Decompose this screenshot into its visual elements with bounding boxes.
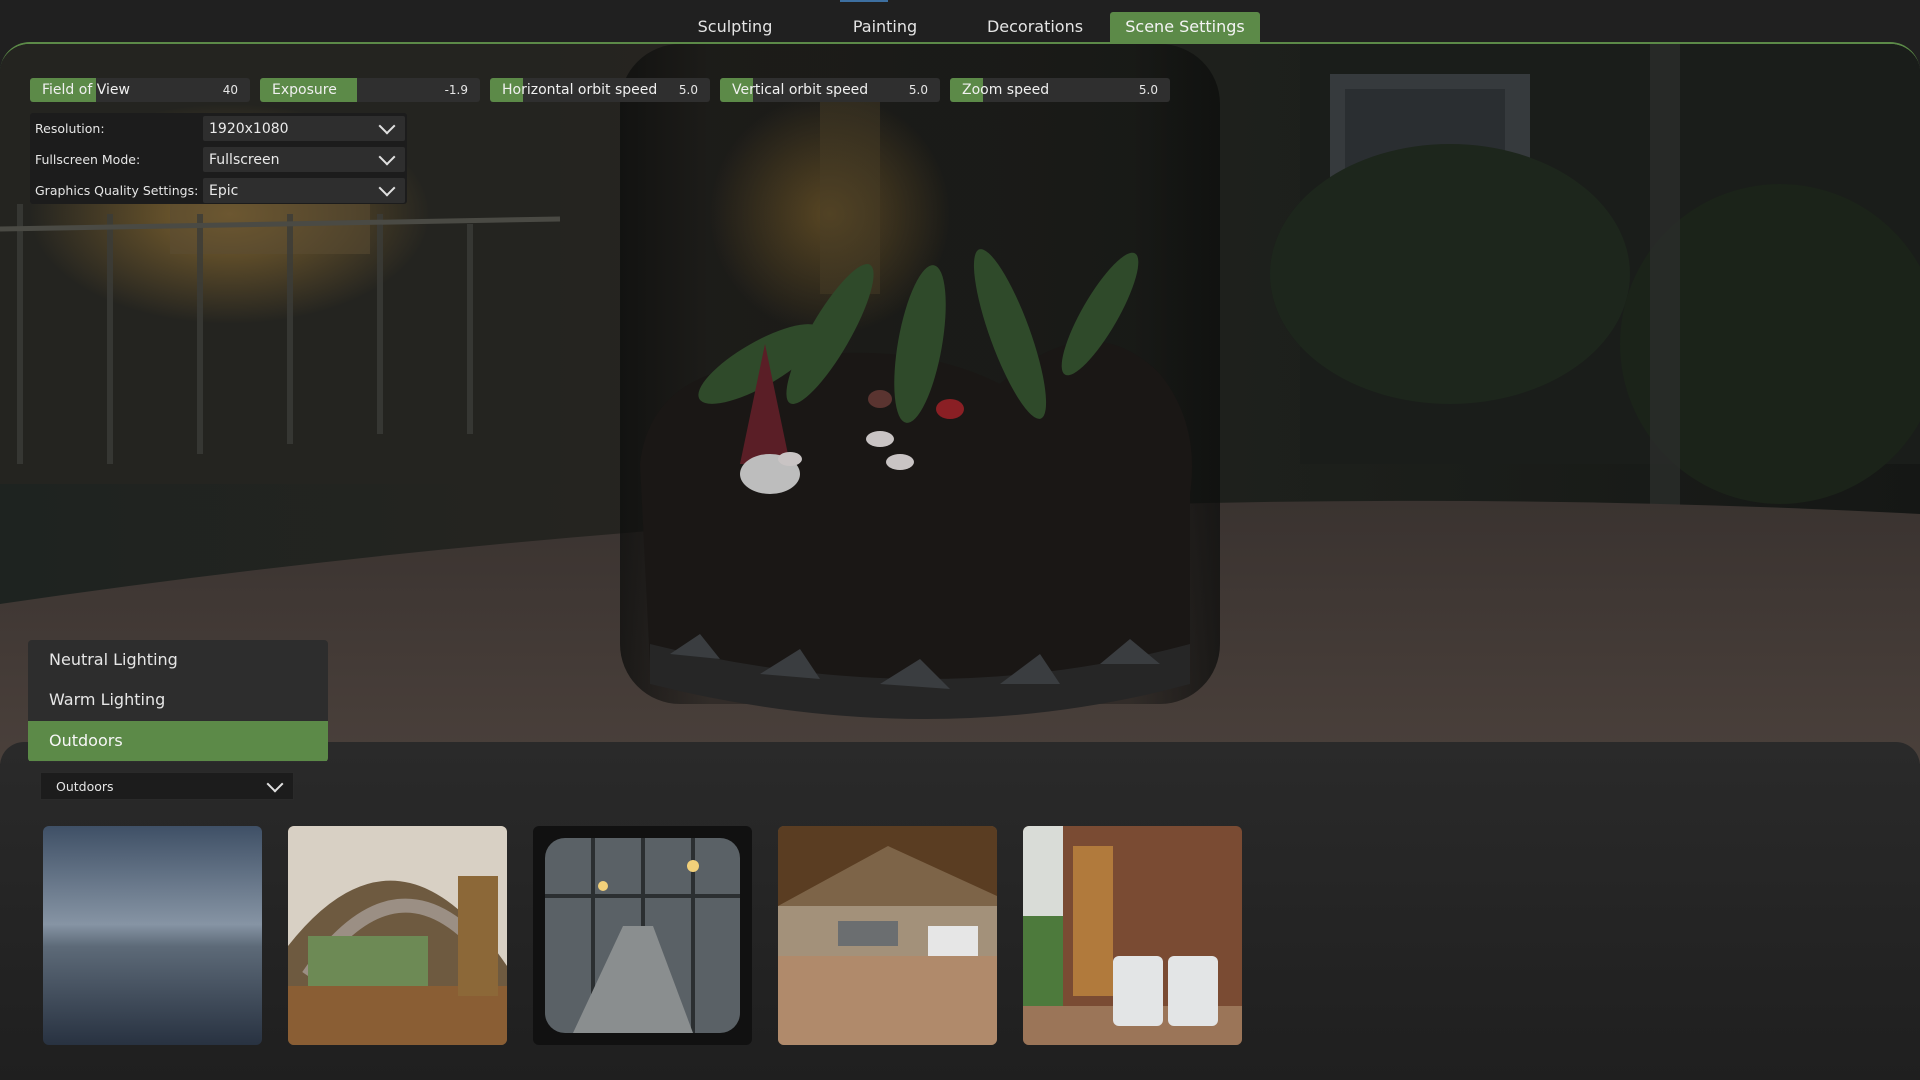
environment-thumbnail-2[interactable] (288, 826, 507, 1045)
tab-painting[interactable]: Painting (830, 12, 940, 42)
environment-thumbnail-4[interactable] (778, 826, 997, 1045)
horizontal-orbit-speed-value: 5.0 (678, 83, 698, 97)
brick-patio-chairs-thumbnail-icon (1023, 826, 1242, 1045)
tab-list: Sculpting Painting Decorations Scene Set… (0, 12, 1920, 42)
preset-warm-lighting[interactable]: Warm Lighting (28, 680, 328, 720)
graphics-quality-value: Epic (209, 183, 239, 199)
field-of-view-slider[interactable]: Field of View 40 (30, 78, 250, 102)
tab-scene-settings[interactable]: Scene Settings (1110, 12, 1260, 42)
environment-thumbnail-5[interactable] (1023, 826, 1242, 1045)
preset-neutral-lighting[interactable]: Neutral Lighting (28, 640, 328, 680)
pavilion-thumbnail-icon (778, 826, 997, 1045)
environment-select[interactable]: Outdoors (40, 772, 294, 800)
graphics-quality-label: Graphics Quality Settings: (35, 183, 199, 198)
horizontal-orbit-speed-slider[interactable]: Horizontal orbit speed 5.0 (490, 78, 710, 102)
tab-sculpting[interactable]: Sculpting (679, 12, 791, 42)
exposure-label: Exposure (272, 82, 337, 98)
zoom-speed-label: Zoom speed (962, 82, 1050, 98)
vertical-orbit-speed-label: Vertical orbit speed (732, 82, 869, 98)
chevron-down-icon (378, 148, 396, 166)
fullscreen-mode-row: Fullscreen Mode: Fullscreen (30, 146, 407, 174)
resolution-value: 1920x1080 (209, 121, 289, 137)
tab-indicator (840, 0, 888, 2)
exposure-slider[interactable]: Exposure -1.9 (260, 78, 480, 102)
graphics-quality-select[interactable]: Epic (203, 178, 405, 203)
zoom-speed-value: 5.0 (1138, 83, 1158, 97)
vertical-orbit-speed-slider[interactable]: Vertical orbit speed 5.0 (720, 78, 940, 102)
preset-outdoors[interactable]: Outdoors (28, 721, 328, 761)
field-of-view-value: 40 (222, 83, 238, 97)
arched-porch-thumbnail-icon (288, 826, 507, 1045)
top-tab-bar: Sculpting Painting Decorations Scene Set… (0, 0, 1920, 44)
resolution-row: Resolution: 1920x1080 (30, 115, 407, 143)
fullscreen-mode-select[interactable]: Fullscreen (203, 147, 405, 172)
zoom-speed-slider[interactable]: Zoom speed 5.0 (950, 78, 1170, 102)
graphics-quality-row: Graphics Quality Settings: Epic (30, 177, 407, 205)
chevron-down-icon (378, 117, 396, 135)
resolution-select[interactable]: 1920x1080 (203, 116, 405, 141)
vertical-orbit-speed-value: 5.0 (908, 83, 928, 97)
field-of-view-label: Field of View (42, 82, 130, 98)
environment-thumbnail-1[interactable] (43, 826, 262, 1045)
horizontal-orbit-speed-label: Horizontal orbit speed (502, 82, 658, 98)
exposure-value: -1.9 (444, 83, 468, 97)
chevron-down-icon (266, 775, 284, 793)
environment-select-value: Outdoors (56, 779, 114, 794)
sky-gradient-thumbnail-icon (43, 826, 262, 1045)
resolution-label: Resolution: (35, 121, 105, 136)
display-settings-panel: Resolution: 1920x1080 Fullscreen Mode: F… (30, 113, 407, 204)
environment-thumbnail-3[interactable] (533, 826, 752, 1045)
tab-decorations[interactable]: Decorations (975, 12, 1095, 42)
lighting-preset-list: Neutral Lighting Warm Lighting Outdoors (28, 640, 328, 762)
greenhouse-corridor-thumbnail-icon (533, 826, 752, 1045)
fullscreen-mode-label: Fullscreen Mode: (35, 152, 141, 167)
chevron-down-icon (378, 179, 396, 197)
fullscreen-mode-value: Fullscreen (209, 152, 280, 168)
